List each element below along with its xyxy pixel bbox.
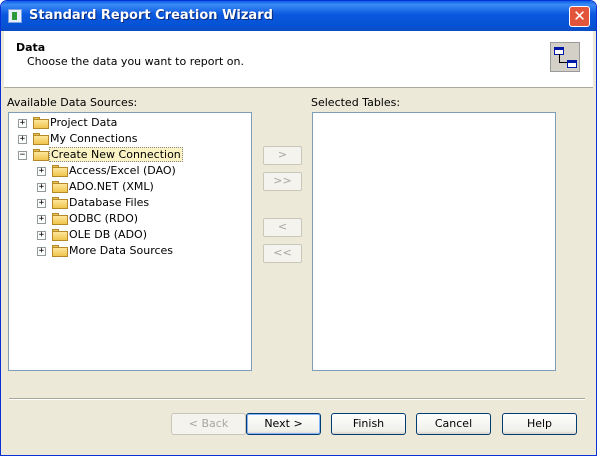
selected-tables-list[interactable] (312, 112, 556, 371)
page-description: Choose the data you want to report on. (27, 55, 244, 68)
tree-item-label: Project Data (50, 116, 118, 129)
tree-item-odbc[interactable]: + ODBC (RDO) (9, 211, 249, 227)
wizard-header: Data Choose the data you want to report … (4, 31, 593, 88)
tree-item-database-files[interactable]: + Database Files (9, 195, 249, 211)
wizard-window: Standard Report Creation Wizard ✕ Data C… (0, 0, 597, 456)
close-button[interactable]: ✕ (569, 6, 590, 27)
tree-item-access-excel[interactable]: + Access/Excel (DAO) (9, 163, 249, 179)
selected-tables-label: Selected Tables: (311, 96, 401, 109)
folder-icon (33, 133, 49, 145)
expand-icon[interactable]: + (37, 247, 46, 256)
back-button[interactable]: < Back (171, 413, 246, 435)
folder-icon (52, 229, 68, 241)
expand-icon[interactable]: + (37, 215, 46, 224)
remove-table-button[interactable]: < (263, 218, 302, 237)
tree-item-more-data-sources[interactable]: + More Data Sources (9, 243, 249, 259)
title-bar[interactable]: Standard Report Creation Wizard ✕ (1, 1, 596, 31)
tree-item-project-data[interactable]: + Project Data (9, 115, 249, 131)
tree-item-label: My Connections (50, 132, 138, 145)
tree-item-label: Create New Connection (49, 147, 183, 162)
finish-button[interactable]: Finish (331, 413, 406, 435)
remove-all-tables-button[interactable]: << (263, 244, 302, 263)
available-sources-label: Available Data Sources: (7, 96, 138, 109)
table-icon-b (567, 60, 577, 68)
help-button[interactable]: Help (502, 413, 577, 435)
folder-icon (52, 245, 68, 257)
next-button[interactable]: Next > (246, 413, 321, 435)
tree-item-label: More Data Sources (69, 244, 174, 257)
add-table-button[interactable]: > (263, 146, 302, 165)
folder-open-icon (33, 149, 49, 161)
tree-item-label: Database Files (69, 196, 150, 209)
expand-icon[interactable]: + (37, 231, 46, 240)
tree-item-label: OLE DB (ADO) (69, 228, 147, 241)
expand-icon[interactable]: + (37, 183, 46, 192)
tree-item-ole-db[interactable]: + OLE DB (ADO) (9, 227, 249, 243)
table-link-icon (550, 42, 580, 72)
expand-icon[interactable]: + (18, 119, 27, 128)
expand-icon[interactable]: + (37, 167, 46, 176)
folder-icon (52, 181, 68, 193)
folder-icon (52, 165, 68, 177)
tree-item-label: Access/Excel (DAO) (69, 164, 176, 177)
cancel-button[interactable]: Cancel (416, 413, 491, 435)
tree-item-my-connections[interactable]: + My Connections (9, 131, 249, 147)
folder-icon (52, 197, 68, 209)
window-title: Standard Report Creation Wizard (29, 8, 273, 23)
folder-icon (52, 213, 68, 225)
tree-item-ado-net[interactable]: + ADO.NET (XML) (9, 179, 249, 195)
expand-icon[interactable]: + (37, 199, 46, 208)
tree-item-label: ODBC (RDO) (69, 212, 139, 225)
collapse-icon[interactable]: − (18, 151, 27, 160)
expand-icon[interactable]: + (18, 135, 27, 144)
tree-item-label: ADO.NET (XML) (69, 180, 154, 193)
app-icon (8, 9, 22, 23)
footer-divider (9, 398, 585, 400)
add-all-tables-button[interactable]: >> (263, 172, 302, 191)
folder-icon (33, 117, 49, 129)
page-title: Data (16, 41, 46, 54)
tree-item-create-new-connection[interactable]: − Create New Connection (9, 147, 249, 163)
available-sources-tree[interactable]: + Project Data + My Connections − Create… (8, 112, 252, 371)
